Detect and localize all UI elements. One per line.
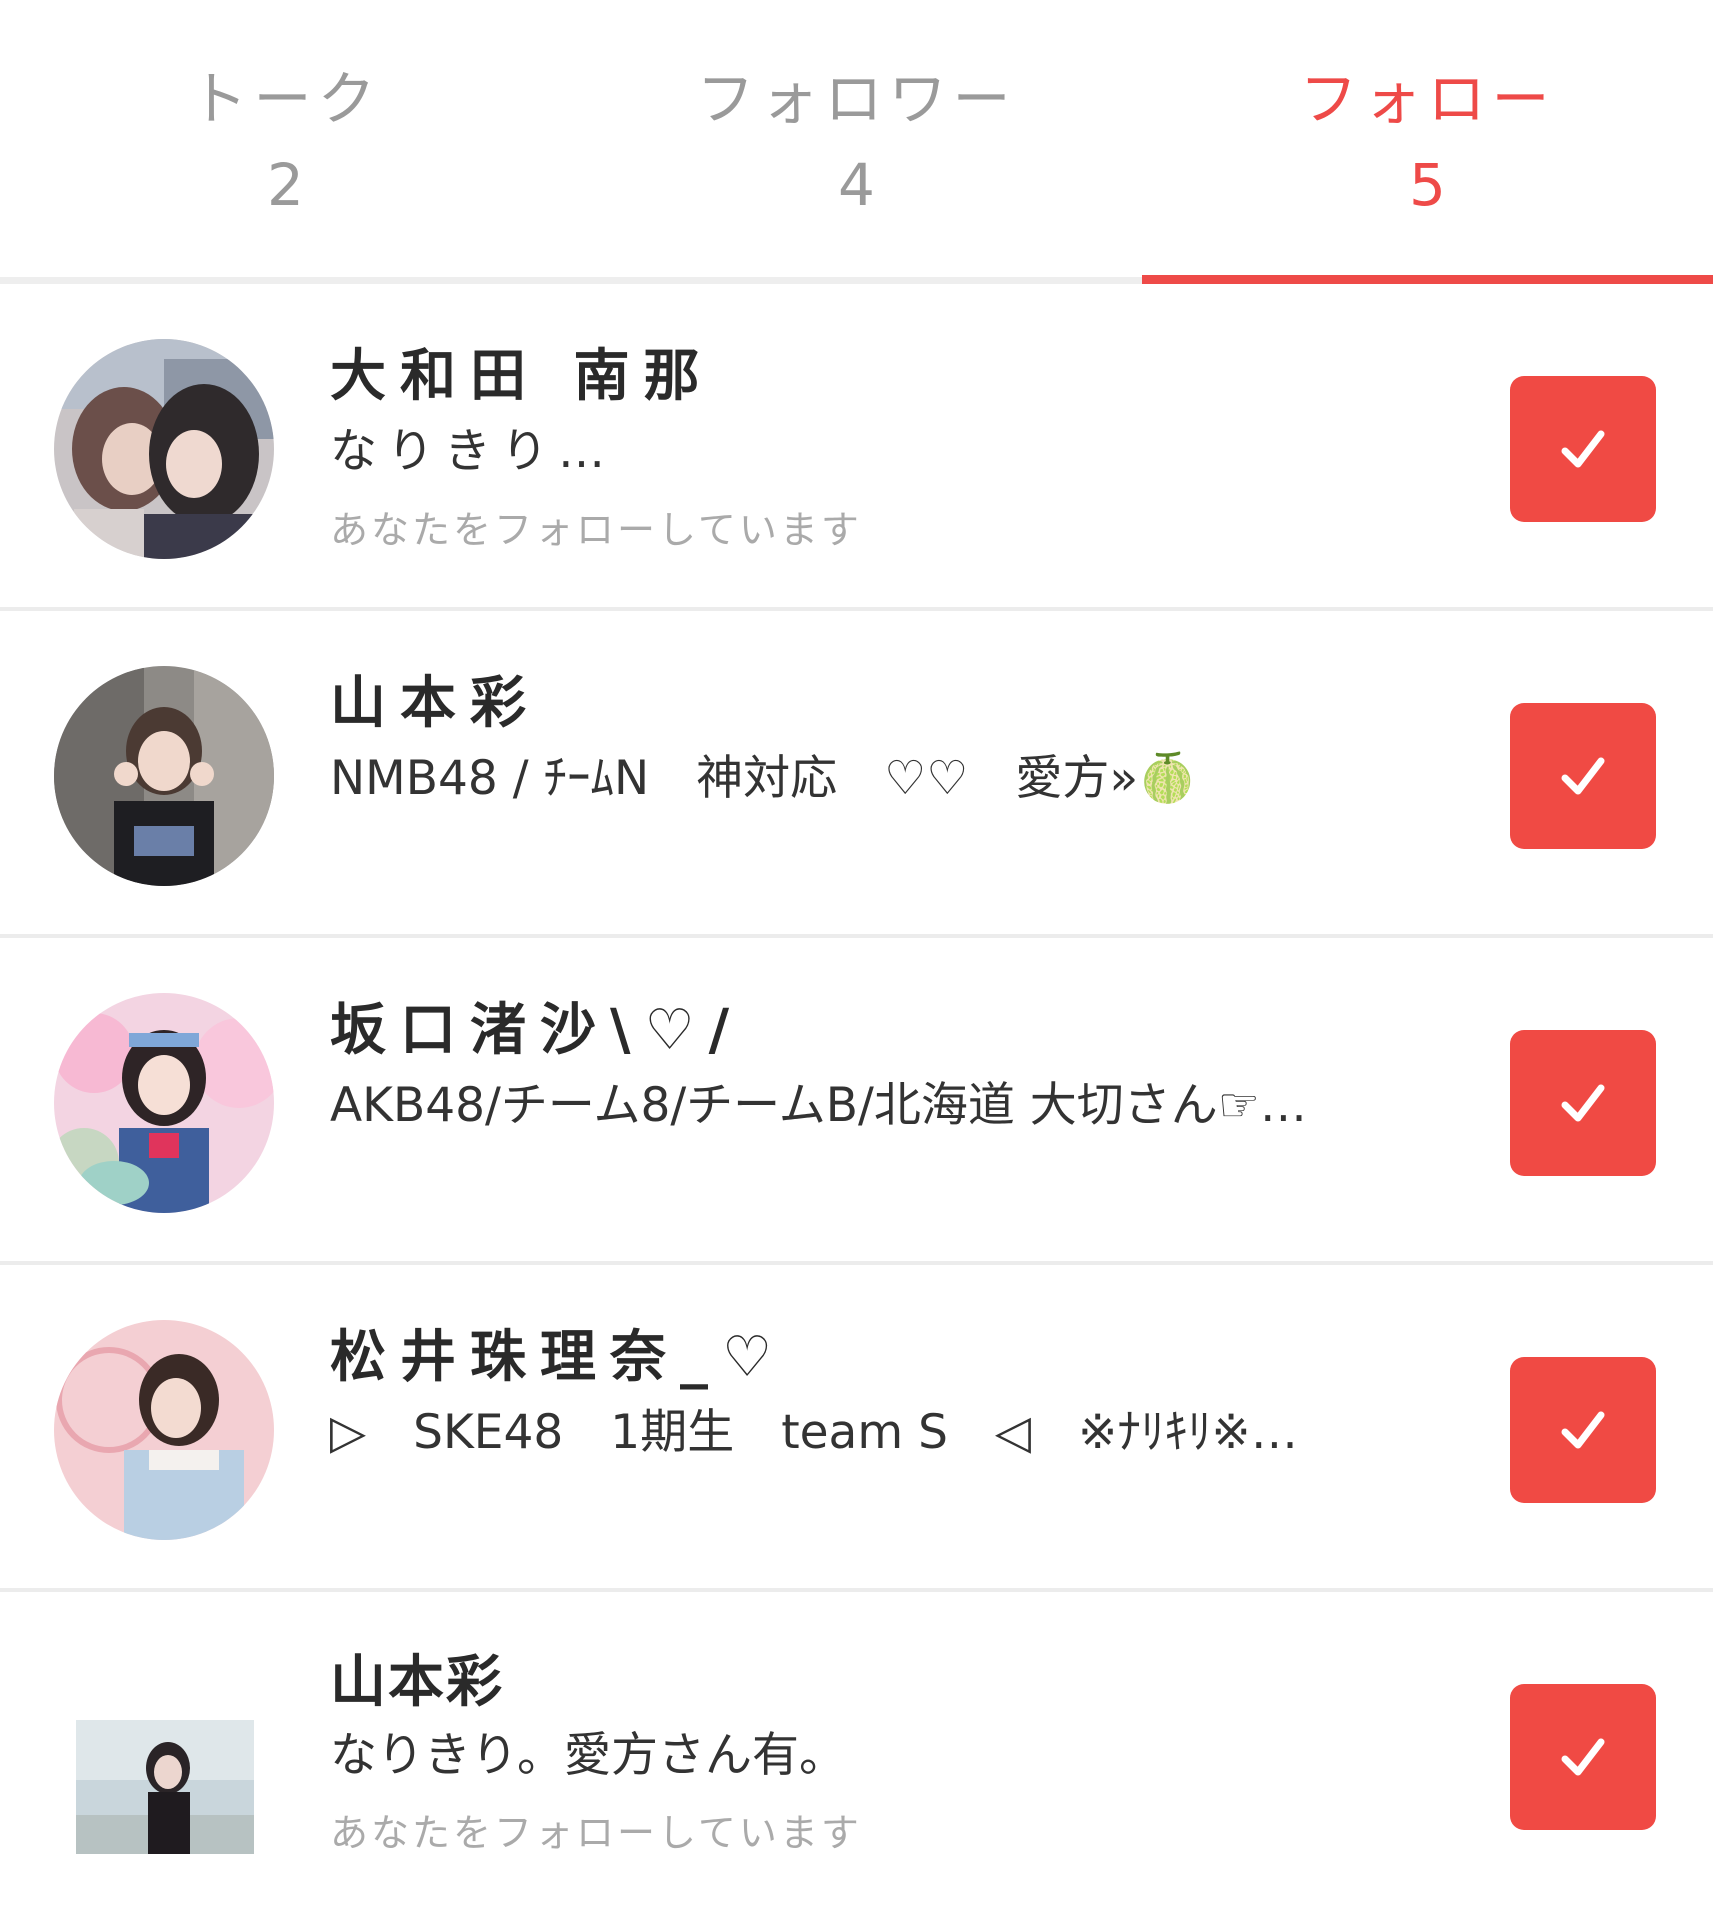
user-name: 大和田 南那 [330, 344, 714, 409]
avatar[interactable] [54, 1320, 274, 1540]
tab-following-label: フォロー [1299, 65, 1556, 133]
tab-followers-count: 4 [838, 151, 875, 219]
tab-followers[interactable]: フォロワー 4 [571, 0, 1142, 280]
user-name: 山本彩 [330, 1650, 504, 1715]
following-list: 大和田 南那 なりきり… あなたをフォローしています 山本彩 NMB48 / ﾁ… [0, 284, 1713, 1932]
tab-talk-label: トーク [189, 65, 382, 133]
tab-talk-count: 2 [267, 151, 304, 219]
checkmark-icon [1561, 430, 1605, 468]
user-bio: なりきり… [330, 424, 615, 479]
tab-talk[interactable]: トーク 2 [0, 0, 571, 280]
user-bio: なりきり。愛方さん有。 [330, 1728, 847, 1783]
list-item[interactable]: 坂口渚沙\♡/ AKB48/チーム8/チームB/北海道 大切さん☞… [0, 938, 1713, 1265]
user-bio: ▷ SKE48 1期生 team S ◁ ※ﾅﾘｷﾘ※… [330, 1405, 1298, 1460]
avatar[interactable] [54, 993, 274, 1213]
checkmark-icon [1561, 1084, 1605, 1122]
following-toggle-button[interactable] [1510, 1684, 1656, 1830]
user-name: 松井珠理奈_♡ [330, 1325, 787, 1390]
avatar[interactable] [54, 339, 274, 559]
list-item[interactable]: 山本彩 なりきり。愛方さん有。 あなたをフォローしています [0, 1592, 1713, 1932]
follows-you-label: あなたをフォローしています [330, 1811, 862, 1855]
following-toggle-button[interactable] [1510, 1357, 1656, 1503]
user-bio: NMB48 / ﾁｰﾑN 神対応 ♡♡ 愛方»🍈 [330, 751, 1197, 806]
following-toggle-button[interactable] [1510, 1030, 1656, 1176]
following-toggle-button[interactable] [1510, 376, 1656, 522]
avatar[interactable] [54, 666, 274, 886]
tab-followers-label: フォロワー [696, 65, 1017, 133]
user-name: 坂口渚沙\♡/ [330, 998, 744, 1063]
checkmark-icon [1561, 1411, 1605, 1449]
list-item[interactable]: 山本彩 NMB48 / ﾁｰﾑN 神対応 ♡♡ 愛方»🍈 [0, 611, 1713, 938]
list-item[interactable]: 大和田 南那 なりきり… あなたをフォローしています [0, 284, 1713, 611]
active-tab-indicator [1142, 275, 1713, 284]
checkmark-icon [1561, 757, 1605, 795]
tab-following[interactable]: フォロー 5 [1142, 0, 1713, 280]
avatar[interactable] [76, 1720, 254, 1854]
follows-you-label: あなたをフォローしています [330, 508, 862, 552]
checkmark-icon [1561, 1738, 1605, 1776]
tab-following-count: 5 [1409, 151, 1446, 219]
tab-bar: トーク 2 フォロワー 4 フォロー 5 [0, 0, 1713, 280]
user-bio: AKB48/チーム8/チームB/北海道 大切さん☞… [330, 1078, 1307, 1133]
user-name: 山本彩 [330, 671, 540, 736]
list-item[interactable]: 松井珠理奈_♡ ▷ SKE48 1期生 team S ◁ ※ﾅﾘｷﾘ※… [0, 1265, 1713, 1592]
following-toggle-button[interactable] [1510, 703, 1656, 849]
